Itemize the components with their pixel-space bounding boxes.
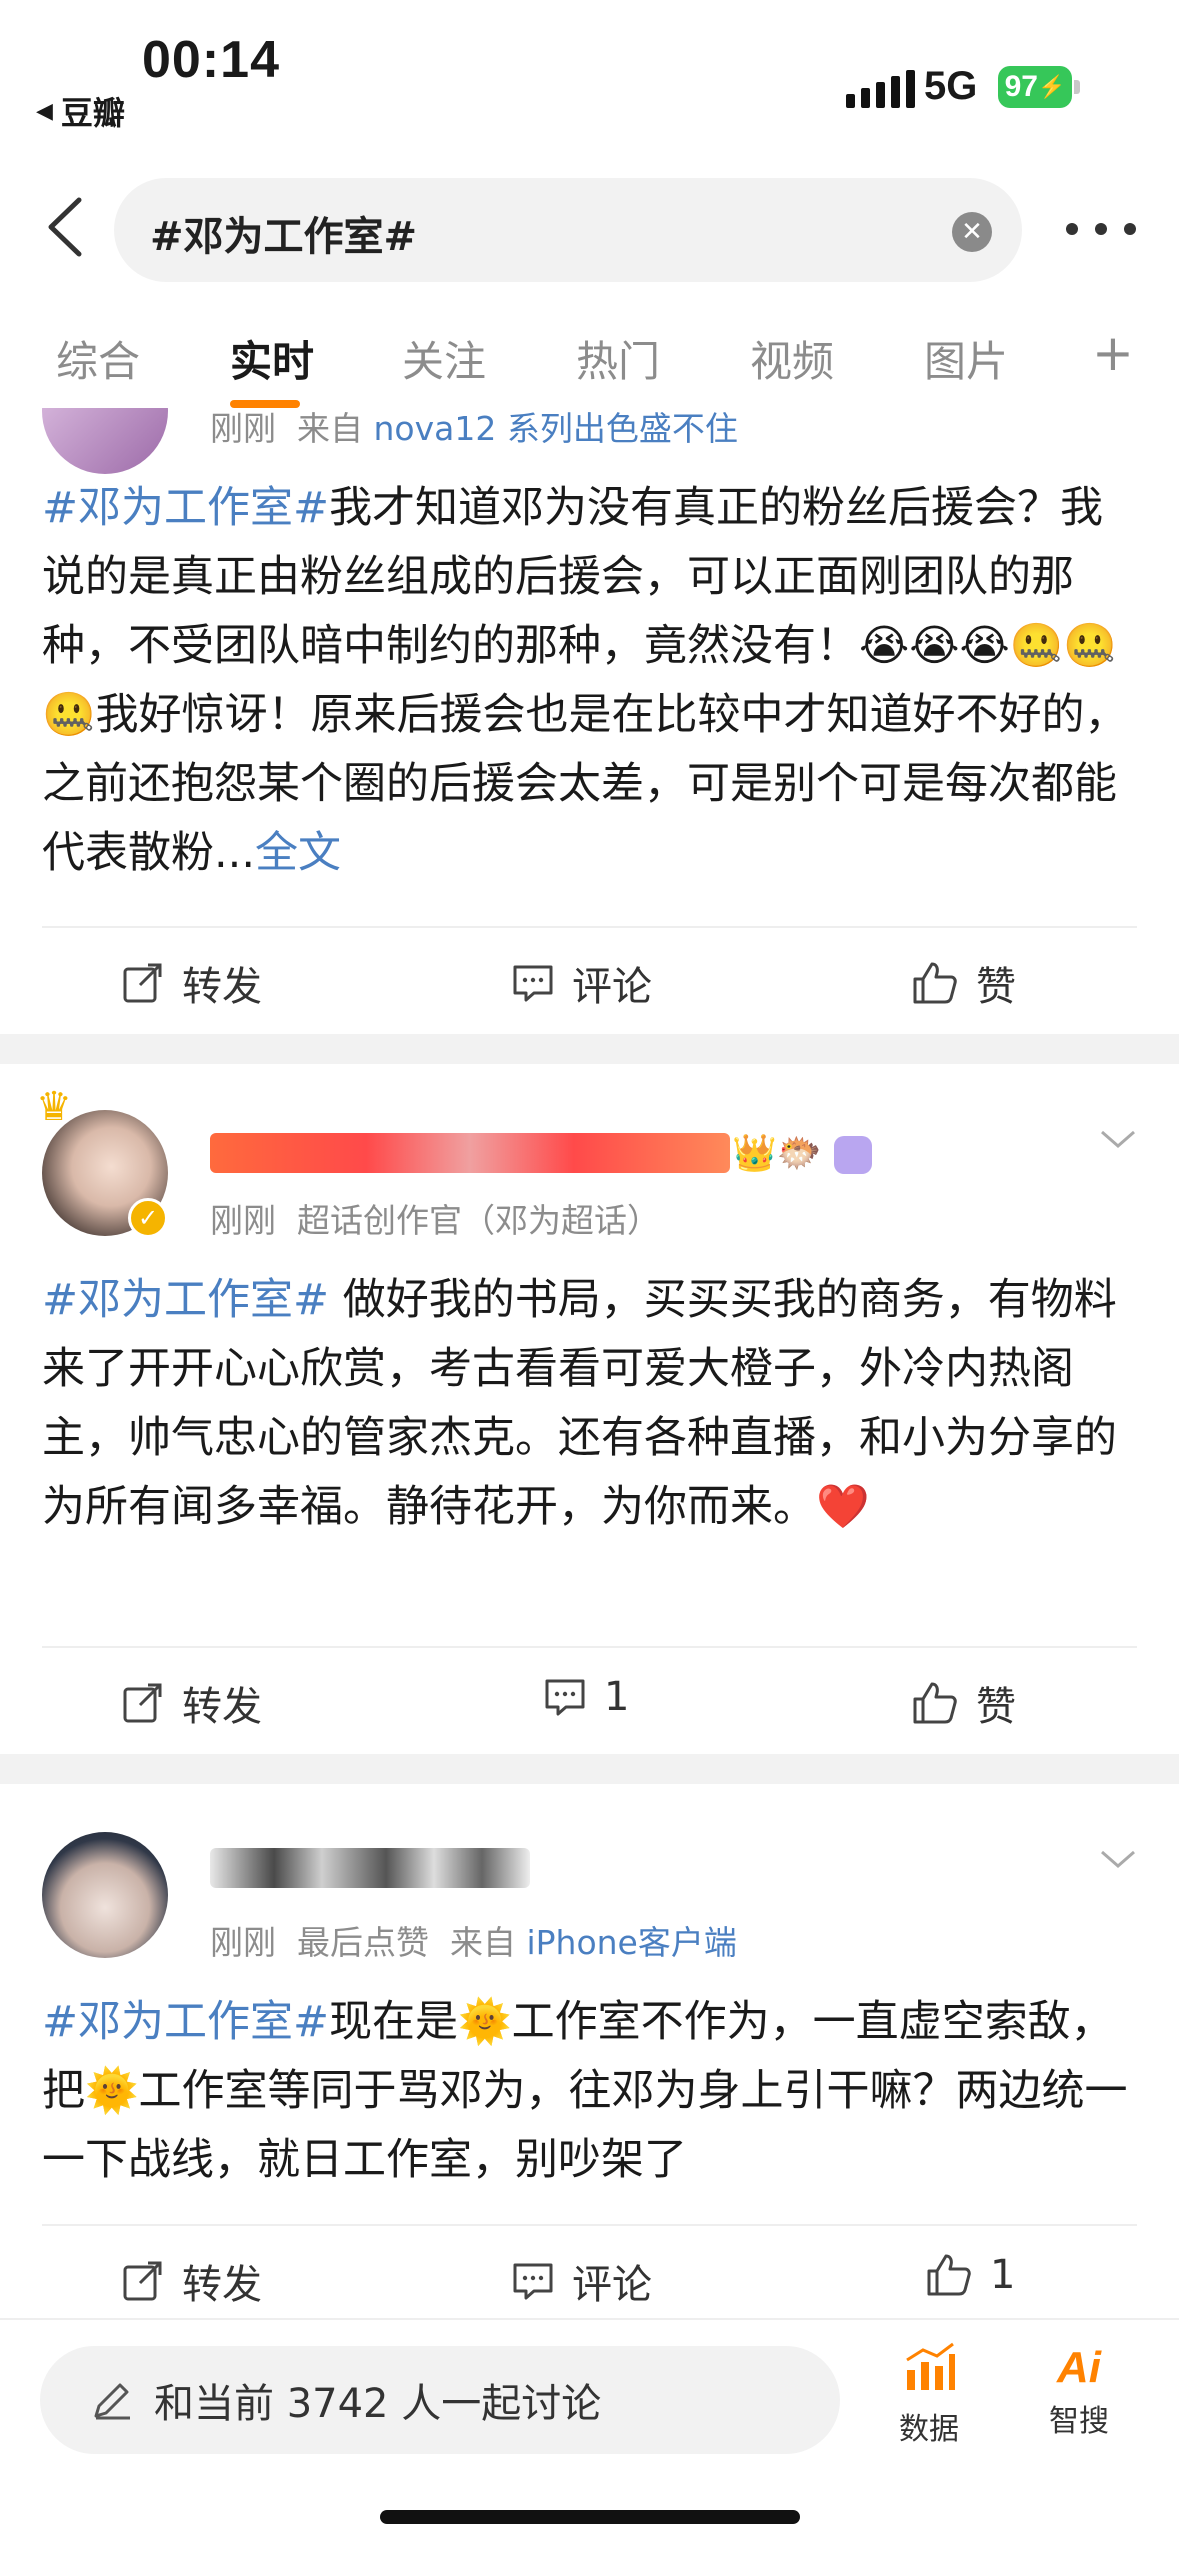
comment-icon: [545, 1679, 585, 1716]
post-meta: 刚刚 最后点赞 来自 iPhone客户端: [210, 1923, 737, 1962]
sun-emoji-icon: 🌞: [458, 1997, 512, 2047]
repost-icon: [123, 1683, 162, 1723]
avatar[interactable]: [42, 408, 168, 474]
username-redacted[interactable]: [210, 1848, 530, 1888]
post-body[interactable]: #邓为工作室# 做好我的书局，买买买我的商务，有物料来了开开心心欣赏，考古看看可…: [42, 1266, 1142, 1542]
ai-logo-icon: Ai: [1057, 2343, 1101, 2392]
search-query: #邓为工作室#: [150, 214, 418, 260]
search-header: #邓为工作室# ✕: [0, 170, 1179, 290]
post-actions: 转发 评论 赞: [0, 930, 1179, 1030]
feed: 刚刚 来自 nova12 系列出色盛不住 #邓为工作室#我才知道邓为没有真正的粉…: [0, 408, 1179, 2318]
hashtag-link[interactable]: #邓为工作室#: [42, 1997, 329, 2047]
comment-button[interactable]: 1: [544, 1674, 629, 1720]
like-button[interactable]: 赞: [912, 954, 1016, 1012]
pencil-icon: [94, 2383, 130, 2420]
divider: [42, 1646, 1137, 1648]
battery-icon: 97 ⚡: [998, 66, 1072, 108]
chevron-down-icon[interactable]: [1098, 1120, 1138, 1160]
thumbs-up-icon: [913, 1682, 957, 1724]
battery-tip: [1074, 80, 1080, 94]
data-button[interactable]: 数据: [874, 2340, 984, 2448]
post-actions: 转发 1 赞: [0, 1650, 1179, 1750]
active-tab-indicator: [230, 400, 300, 408]
search-input[interactable]: #邓为工作室# ✕: [114, 178, 1022, 282]
chevron-left-icon: [48, 197, 82, 257]
data-label: 数据: [899, 2412, 959, 2447]
ai-search-label: 智搜: [1049, 2404, 1109, 2439]
post-separator: [0, 1754, 1179, 1784]
back-app-label: 豆瓣: [60, 94, 125, 132]
robot-badge-icon: [834, 1136, 872, 1174]
divider: [42, 2224, 1137, 2226]
network-type: 5G: [924, 64, 978, 108]
bar-chart-icon: [906, 2342, 955, 2390]
username-redacted[interactable]: [210, 1133, 730, 1173]
member-badge-icon: 👑🐡: [732, 1133, 822, 1174]
tab-video[interactable]: 视频: [750, 328, 834, 389]
post-body[interactable]: #邓为工作室#我才知道邓为没有真正的粉丝后援会？我说的是真正由粉丝组成的后援会，…: [42, 474, 1142, 888]
post-meta: 刚刚 来自 nova12 系列出色盛不住: [210, 409, 738, 448]
back-to-app-button[interactable]: ◀ 豆瓣: [36, 88, 125, 134]
comment-button[interactable]: 评论: [512, 954, 652, 1012]
tab-following[interactable]: 关注: [402, 328, 486, 389]
more-options-button[interactable]: [1066, 204, 1136, 254]
clear-search-button[interactable]: ✕: [952, 212, 992, 252]
post-separator: [0, 1034, 1179, 1064]
divider: [42, 926, 1137, 928]
tab-hot[interactable]: 热门: [576, 328, 660, 389]
verified-badge-icon: ✓: [128, 1198, 168, 1238]
back-button[interactable]: [30, 192, 100, 262]
add-tab-button[interactable]: +: [1092, 324, 1134, 382]
post-actions: 转发 评论 1: [0, 2228, 1179, 2318]
repost-button[interactable]: 转发: [122, 954, 262, 1012]
signal-icon: [846, 68, 915, 108]
repost-icon: [123, 963, 162, 1003]
comment-icon: [513, 2263, 553, 2300]
back-triangle-icon: ◀: [36, 98, 53, 124]
like-button[interactable]: 赞: [912, 1674, 1016, 1732]
tab-realtime[interactable]: 实时: [230, 328, 314, 389]
avatar[interactable]: [42, 1832, 168, 1958]
hashtag-link[interactable]: #邓为工作室#: [42, 1275, 329, 1325]
thumbs-up-icon: [913, 962, 957, 1004]
comment-icon: [513, 965, 553, 1002]
ai-search-button[interactable]: Ai 智搜: [1024, 2340, 1134, 2440]
thumbs-up-icon: [927, 2254, 971, 2296]
battery-level: 97: [1004, 70, 1038, 103]
tab-comprehensive[interactable]: 综合: [56, 328, 140, 389]
repost-button[interactable]: 转发: [122, 2252, 262, 2310]
post-body[interactable]: #邓为工作室#现在是🌞工作室不作为，一直虚空索敌，把🌞工作室等同于骂邓为，往邓为…: [42, 1988, 1142, 2195]
repost-button[interactable]: 转发: [122, 1674, 262, 1732]
read-more-link[interactable]: 全文: [255, 828, 341, 878]
repost-icon: [123, 2261, 162, 2301]
status-time: 00:14: [142, 31, 280, 89]
post-meta: 刚刚 超话创作官（邓为超话）: [210, 1201, 660, 1240]
discussion-prompt: 和当前 3742 人一起讨论: [154, 2381, 602, 2427]
discussion-input[interactable]: 和当前 3742 人一起讨论: [40, 2346, 840, 2454]
hashtag-link[interactable]: #邓为工作室#: [42, 483, 329, 533]
comment-button[interactable]: 评论: [512, 2252, 652, 2310]
tab-bar: 综合 实时 关注 热门 视频 图片 +: [0, 318, 1179, 418]
sun-emoji-icon: 🌞: [85, 2066, 139, 2116]
home-indicator[interactable]: [380, 2510, 800, 2524]
status-bar: 00:14 ◀ 豆瓣 5G 97 ⚡: [0, 0, 1179, 160]
chevron-down-icon[interactable]: [1098, 1840, 1138, 1880]
tab-images[interactable]: 图片: [924, 328, 1008, 389]
like-button[interactable]: 1: [926, 2252, 1015, 2298]
